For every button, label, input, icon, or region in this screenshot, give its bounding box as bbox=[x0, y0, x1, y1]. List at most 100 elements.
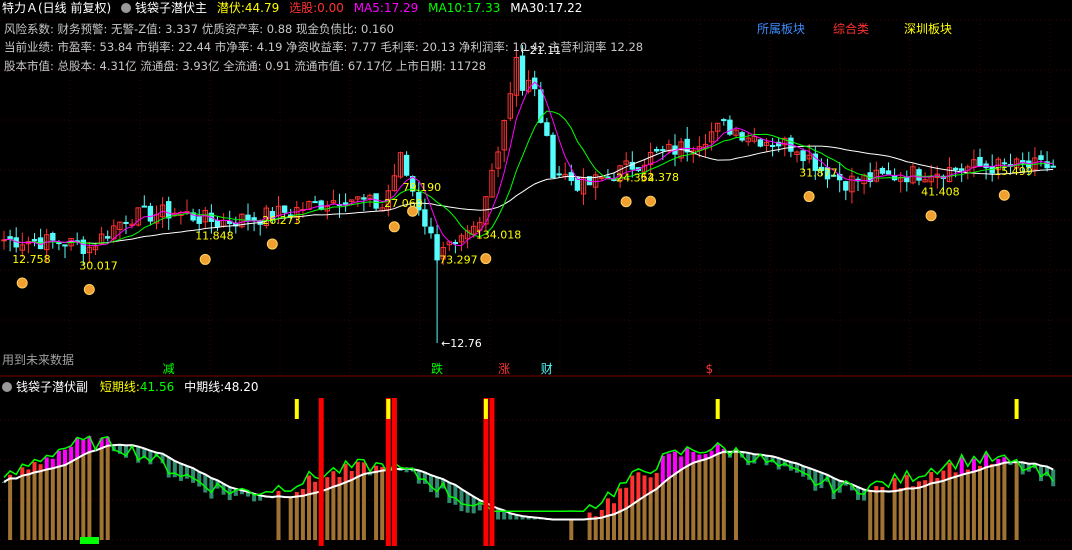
histogram-base-bar bbox=[337, 484, 342, 540]
xuangu-value: 0.00 bbox=[317, 1, 344, 15]
short-line-value: 41.56 bbox=[139, 380, 175, 394]
candle-body bbox=[952, 167, 959, 171]
sector-board-link[interactable]: 所属板块 bbox=[757, 20, 805, 37]
histogram-bar bbox=[32, 462, 37, 473]
histogram-base-bar bbox=[618, 511, 623, 540]
histogram-bar bbox=[636, 472, 641, 501]
histogram-base-bar bbox=[624, 508, 629, 540]
histogram-bar bbox=[624, 487, 629, 509]
histogram-bar bbox=[191, 468, 196, 483]
histogram-base-bar bbox=[105, 445, 110, 540]
histogram-base-bar bbox=[691, 462, 696, 540]
histogram-base-bar bbox=[343, 482, 348, 540]
sub-indicator-name[interactable]: 钱袋子潜伏副 bbox=[16, 380, 88, 394]
histogram-base-bar bbox=[996, 464, 1001, 540]
histogram-base-bar bbox=[880, 491, 885, 540]
histogram-bar bbox=[660, 455, 665, 484]
histogram-base-bar bbox=[587, 518, 592, 540]
event-marker: 跌 bbox=[431, 361, 443, 376]
histogram-base-bar bbox=[917, 487, 921, 540]
histogram-base-bar bbox=[276, 496, 281, 540]
bottom-marker bbox=[80, 537, 99, 544]
candle-body bbox=[1001, 162, 1008, 165]
histogram-base-bar bbox=[374, 471, 379, 540]
qianfu-label: 潜伏: bbox=[216, 1, 245, 15]
histogram-bar bbox=[178, 463, 183, 481]
histogram-bar bbox=[209, 478, 214, 499]
histogram-base-bar bbox=[703, 459, 708, 540]
signal-tick bbox=[386, 399, 391, 419]
price-label: 30.017 bbox=[79, 259, 118, 272]
candle-body bbox=[800, 150, 806, 162]
moneybag-icon bbox=[645, 195, 656, 207]
histogram-bar bbox=[630, 475, 635, 505]
histogram-bar bbox=[459, 489, 464, 512]
histogram-base-bar bbox=[569, 519, 574, 540]
chart-canvas[interactable]: ←21.11←12.7612.75830.01711.84826.27327.0… bbox=[0, 0, 1072, 550]
candle-body bbox=[977, 156, 983, 167]
signal-column bbox=[483, 398, 489, 546]
candle-body bbox=[959, 168, 965, 171]
histogram-bar bbox=[429, 475, 433, 493]
histogram-base-bar bbox=[929, 483, 934, 540]
histogram-base-bar bbox=[941, 480, 946, 540]
price-label: 62.378 bbox=[641, 171, 680, 184]
ma5-value: 17.29 bbox=[383, 1, 419, 15]
histogram-base-bar bbox=[87, 452, 92, 540]
histogram-bar bbox=[422, 472, 427, 484]
histogram-bar bbox=[75, 437, 80, 459]
price-label: 31.877 bbox=[799, 167, 838, 180]
histogram-base-bar bbox=[923, 485, 928, 540]
histogram-bar bbox=[904, 474, 909, 489]
mid-line-value: 48.20 bbox=[224, 380, 259, 394]
histogram-base-bar bbox=[654, 488, 659, 540]
candle-body bbox=[550, 134, 556, 179]
price-label: 134.018 bbox=[476, 229, 522, 242]
candle-body bbox=[141, 205, 148, 208]
sub-indicator-settings-icon[interactable] bbox=[2, 382, 12, 392]
candle-body bbox=[422, 209, 428, 227]
price-label: 26.273 bbox=[262, 214, 301, 227]
ma10-line bbox=[3, 110, 1054, 245]
candle-body bbox=[654, 148, 660, 152]
histogram-base-bar bbox=[685, 466, 690, 540]
moneybag-icon bbox=[925, 210, 937, 222]
short-line-label: 短期线: bbox=[99, 380, 140, 394]
event-marker: $ bbox=[706, 362, 714, 376]
candle-body bbox=[56, 242, 62, 245]
composite-board-link[interactable]: 综合类 bbox=[833, 20, 869, 37]
event-marker: 减 bbox=[163, 362, 175, 376]
signal-column bbox=[391, 398, 397, 546]
histogram-bar bbox=[929, 471, 934, 484]
histogram-bar bbox=[892, 478, 897, 492]
candle-body bbox=[361, 197, 367, 200]
histogram-bar bbox=[44, 457, 49, 470]
histogram-base-bar bbox=[361, 474, 366, 540]
histogram-bar bbox=[666, 453, 671, 479]
signal-tick bbox=[1014, 399, 1019, 419]
main-indicator-name[interactable]: 钱袋子潜伏主 bbox=[135, 1, 207, 15]
candle-body bbox=[879, 167, 886, 174]
low-price-mark: ←12.76 bbox=[441, 337, 482, 350]
shenzhen-board-link[interactable]: 深圳板块 bbox=[904, 20, 952, 37]
mid-line-label: 中期线: bbox=[184, 380, 225, 394]
histogram-bar bbox=[325, 477, 330, 490]
histogram-bar bbox=[69, 446, 74, 462]
indicator-settings-icon[interactable] bbox=[121, 3, 132, 13]
candle-body bbox=[318, 200, 324, 210]
candle-body bbox=[519, 55, 526, 91]
candle-body bbox=[251, 217, 257, 221]
candle-body bbox=[147, 205, 154, 222]
histogram-base-bar bbox=[99, 448, 104, 540]
histogram-base-bar bbox=[8, 478, 13, 540]
histogram-base-bar bbox=[50, 468, 55, 540]
histogram-base-bar bbox=[26, 474, 31, 540]
histogram-base-bar bbox=[75, 458, 80, 540]
candle-body bbox=[123, 221, 129, 224]
histogram-base-bar bbox=[32, 472, 37, 540]
ma30-line bbox=[3, 145, 1054, 244]
histogram-bar bbox=[453, 484, 458, 505]
candle-body bbox=[80, 239, 86, 254]
histogram-base-bar bbox=[721, 451, 726, 540]
histogram-base-bar bbox=[953, 476, 958, 540]
